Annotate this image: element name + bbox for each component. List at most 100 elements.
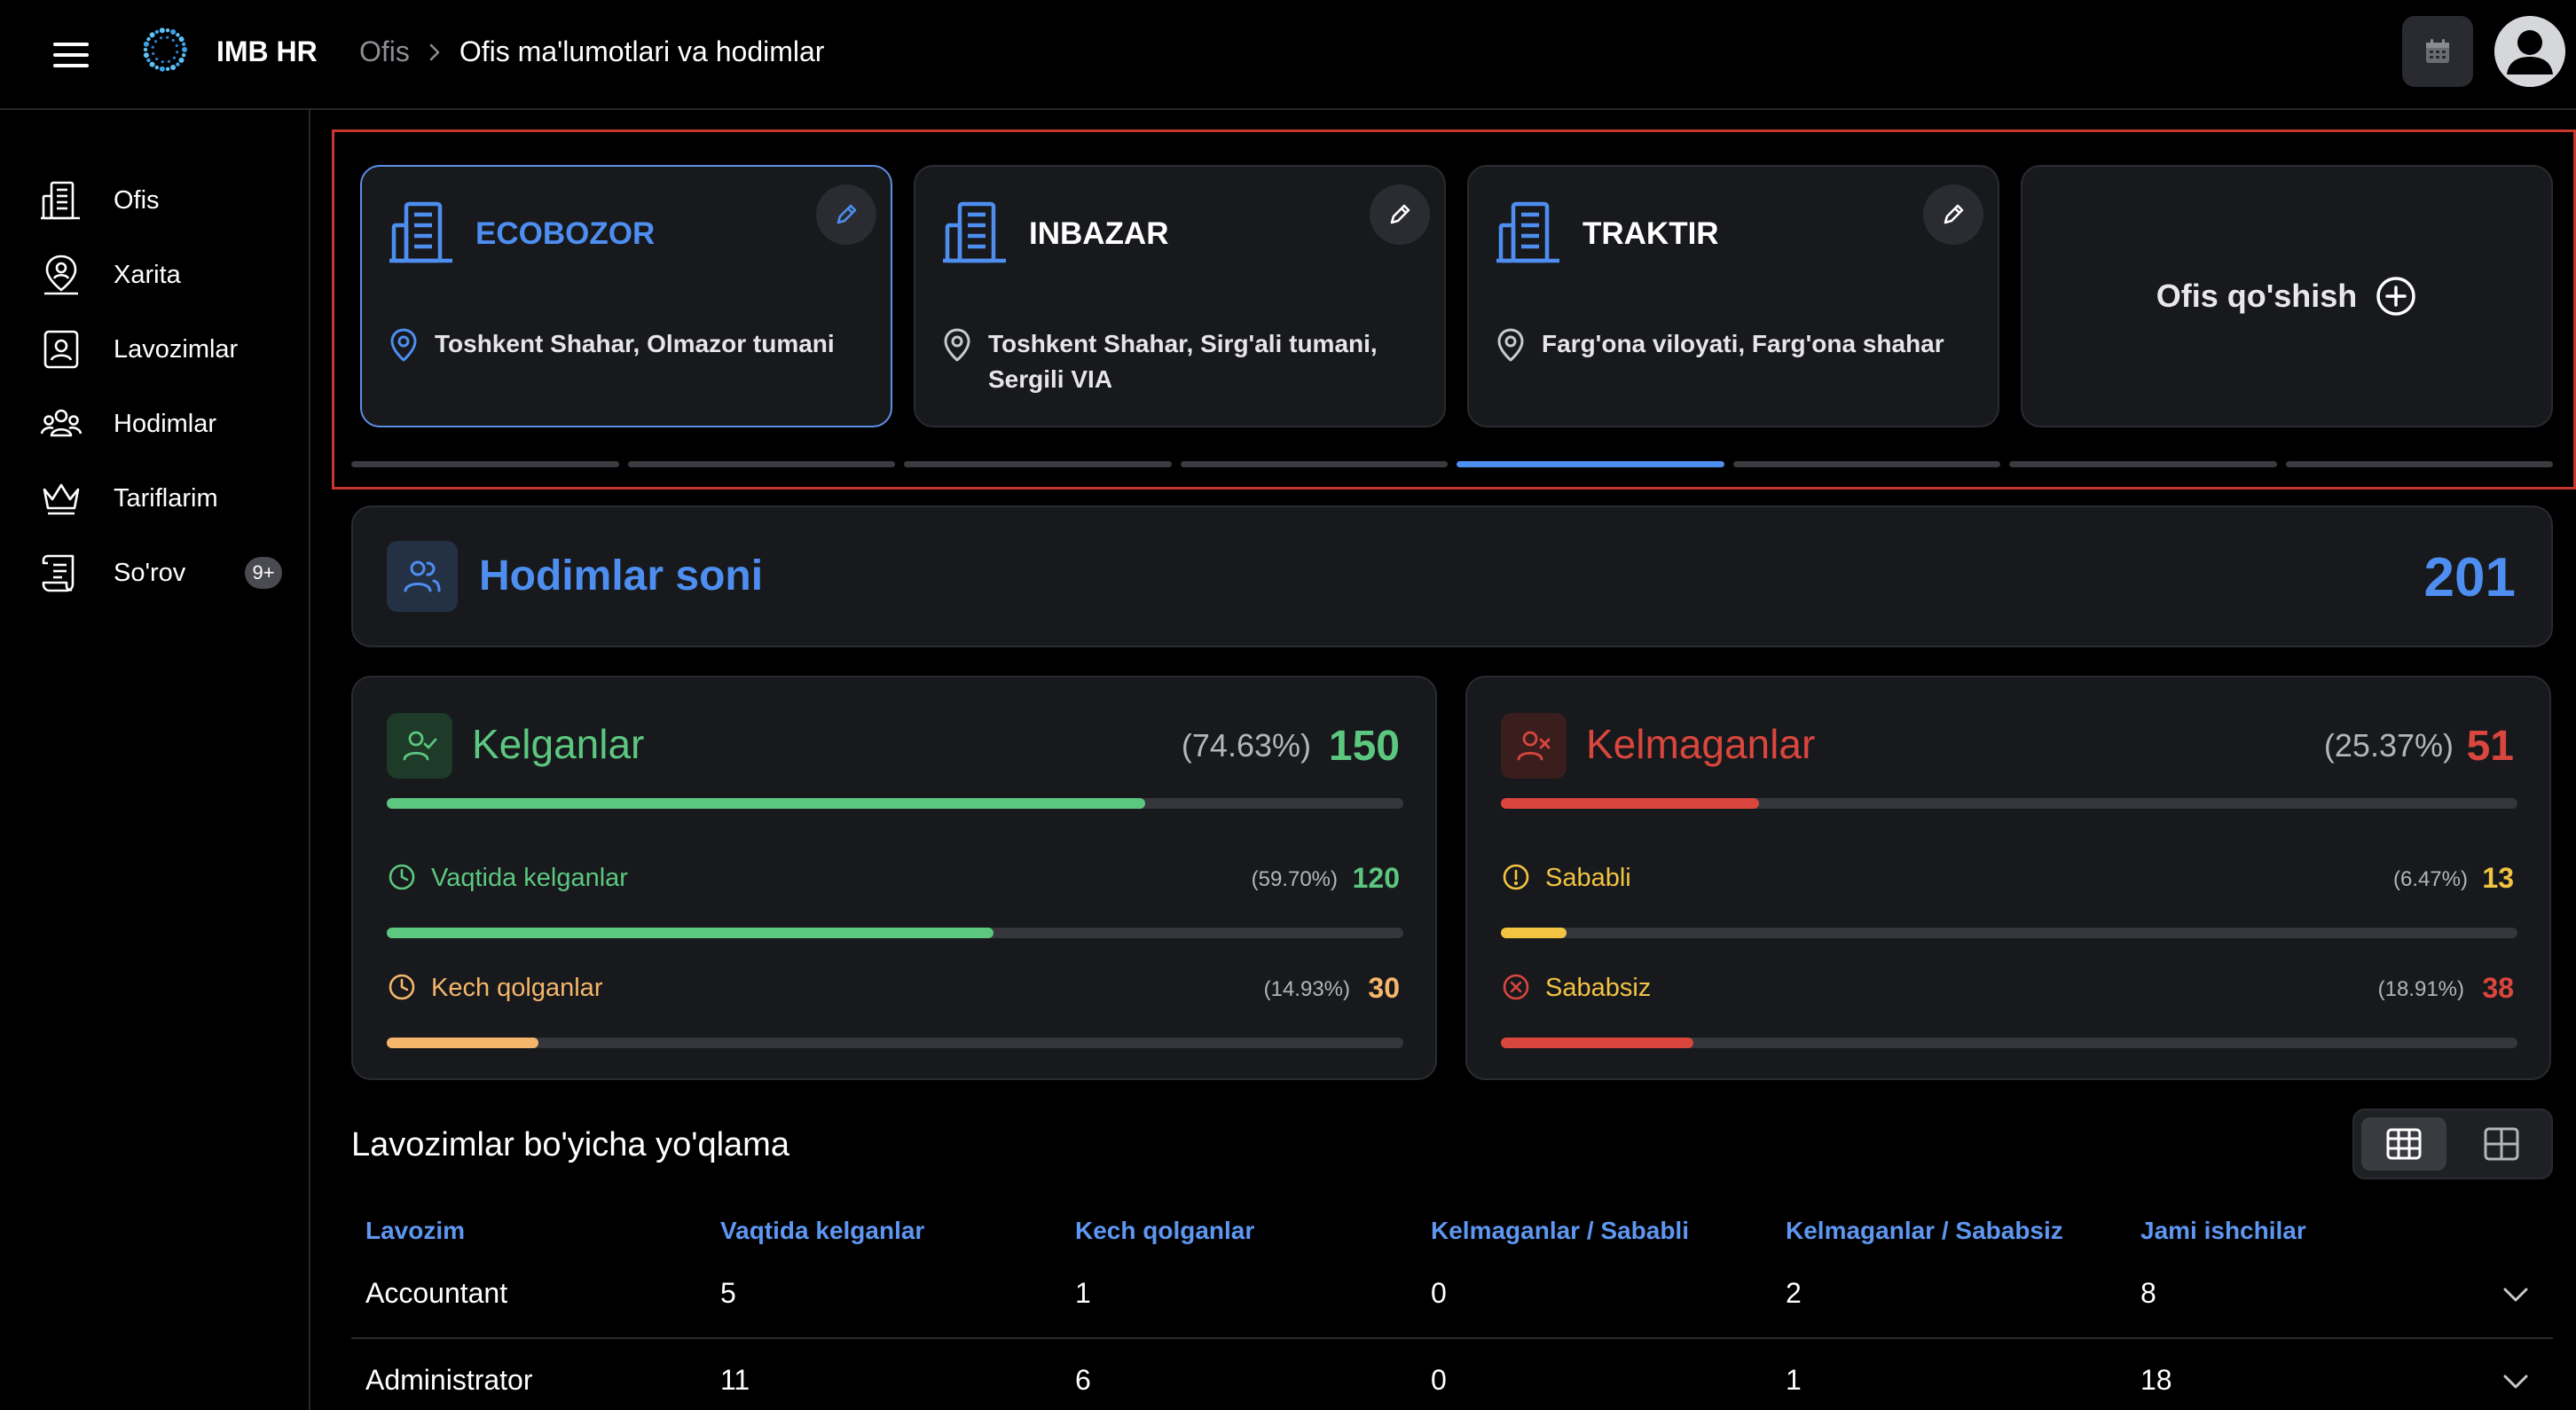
present-title: Kelganlar: [472, 721, 645, 767]
view-toggle: [2352, 1108, 2553, 1179]
table-cell: 5: [720, 1277, 736, 1309]
office-name: TRAKTIR: [1583, 216, 1719, 251]
late-label: Kech qolganlar: [431, 974, 603, 1002]
notification-badge: 9+: [245, 557, 282, 589]
users-group-icon: [39, 402, 83, 446]
on-time-count: 120: [1352, 862, 1400, 894]
edit-office-button[interactable]: [1923, 184, 1983, 245]
id-badge-icon: [39, 327, 83, 372]
absent-count: 51: [2466, 723, 2514, 770]
breadcrumb-root[interactable]: Ofis: [359, 35, 410, 68]
present-percent: (74.63%): [1181, 727, 1311, 764]
carousel-dot[interactable]: [1732, 461, 2000, 467]
table-view-button[interactable]: [2361, 1117, 2446, 1171]
sidebar-item-lavozimlar[interactable]: Lavozimlar: [39, 321, 296, 378]
excused-count: 13: [2482, 862, 2514, 894]
column-header[interactable]: Kech qolganlar: [1075, 1217, 1254, 1245]
chevron-right-icon: [422, 40, 447, 65]
present-count: 150: [1328, 723, 1400, 770]
clock-icon: [387, 972, 417, 1002]
location-pin-icon: [385, 326, 422, 364]
edit-office-button[interactable]: [816, 184, 876, 245]
crown-icon: [39, 476, 83, 521]
office-building-icon: [1494, 197, 1565, 268]
edit-office-button[interactable]: [1370, 184, 1430, 245]
carousel-indicators: [351, 461, 2553, 468]
plus-circle-icon: [2375, 275, 2417, 317]
user-avatar-icon[interactable]: [2494, 16, 2565, 87]
excused-percent: (6.47%): [2392, 867, 2468, 891]
calendar-button[interactable]: [2402, 16, 2473, 87]
on-time-label: Vaqtida kelganlar: [431, 864, 628, 892]
grid-view-button[interactable]: [2459, 1117, 2544, 1171]
table-cell: 6: [1075, 1364, 1091, 1396]
pencil-icon: [833, 201, 860, 228]
map-pin-user-icon: [39, 253, 83, 297]
column-header[interactable]: Vaqtida kelganlar: [720, 1217, 924, 1245]
late-progress: [387, 1038, 1403, 1048]
carousel-dot[interactable]: [351, 461, 619, 467]
absent-progress: [1501, 798, 2517, 809]
pencil-icon: [1940, 201, 1967, 228]
sidebar-item-ofis[interactable]: Ofis: [39, 172, 296, 229]
add-office-label: Ofis qo'shish: [2156, 278, 2358, 314]
office-building-icon: [940, 197, 1011, 268]
calendar-icon: [2423, 36, 2453, 67]
column-header[interactable]: Kelmaganlar / Sababsiz: [1786, 1217, 2063, 1245]
office-address: Toshkent Shahar, Sirg'ali tumani, Sergil…: [988, 330, 1378, 393]
office-building-icon: [39, 178, 83, 223]
clock-icon: [387, 862, 417, 892]
late-percent: (14.93%): [1263, 977, 1350, 1001]
table-cell: Accountant: [365, 1277, 508, 1309]
carousel-dot[interactable]: [1180, 461, 1448, 467]
absent-percent: (25.37%): [2323, 727, 2454, 764]
excused-progress: [1501, 928, 2517, 938]
table-cell: 18: [2140, 1364, 2172, 1396]
carousel-dot[interactable]: [2285, 461, 2553, 467]
chevron-down-icon[interactable]: [2498, 1277, 2533, 1312]
pencil-icon: [1386, 201, 1413, 228]
carousel-dot[interactable]: [904, 461, 1172, 467]
menu-icon[interactable]: [50, 34, 92, 76]
office-name: ECOBOZOR: [475, 216, 656, 251]
column-header[interactable]: Kelmaganlar / Sababli: [1431, 1217, 1689, 1245]
location-pin-icon: [1492, 326, 1529, 364]
table-title: Lavozimlar bo'yicha yo'qlama: [351, 1126, 789, 1163]
office-card[interactable]: INBAZAR Toshkent Shahar, Sirg'ali tumani…: [914, 165, 1446, 427]
app-brand: IMB HR: [216, 35, 318, 67]
unexcused-count: 38: [2482, 972, 2514, 1004]
x-circle-icon: [1501, 972, 1531, 1002]
present-progress: [387, 798, 1403, 809]
table-cell: 8: [2140, 1277, 2156, 1309]
chevron-down-icon[interactable]: [2498, 1364, 2533, 1399]
alert-circle-icon: [1501, 862, 1531, 892]
sidebar: Ofis Xarita Lavozimlar Hodimlar Tariflar…: [0, 110, 310, 1410]
sidebar-item-hodimlar[interactable]: Hodimlar: [39, 396, 296, 452]
row-divider: [351, 1337, 2553, 1339]
office-address: Farg'ona viloyati, Farg'ona shahar: [1542, 330, 1944, 357]
unexcused-percent: (18.91%): [2377, 977, 2464, 1001]
office-card[interactable]: TRAKTIR Farg'ona viloyati, Farg'ona shah…: [1467, 165, 1999, 427]
location-pin-icon: [939, 326, 976, 364]
carousel-dot[interactable]: [2009, 461, 2277, 467]
users-icon: [387, 541, 458, 612]
breadcrumb: Ofis Ofis ma'lumotlari va hodimlar: [359, 35, 824, 68]
sidebar-item-tariflarim[interactable]: Tariflarim: [39, 470, 296, 527]
headcount-title: Hodimlar soni: [479, 552, 764, 599]
sidebar-item-sorov[interactable]: So'rov 9+: [39, 544, 296, 601]
scroll-icon: [39, 551, 83, 595]
logo-icon: [140, 25, 190, 74]
column-header[interactable]: Lavozim: [365, 1217, 465, 1245]
sidebar-item-xarita[interactable]: Xarita: [39, 247, 296, 303]
breadcrumb-current: Ofis ma'lumotlari va hodimlar: [459, 35, 825, 67]
column-header[interactable]: Jami ishchilar: [2140, 1217, 2306, 1245]
carousel-dot[interactable]: [1457, 461, 1724, 467]
carousel-dot[interactable]: [627, 461, 895, 467]
table-icon: [2384, 1124, 2423, 1163]
table-cell: Administrator: [365, 1364, 533, 1396]
grid-icon: [2482, 1124, 2521, 1163]
office-card[interactable]: ECOBOZOR Toshkent Shahar, Olmazor tumani: [360, 165, 892, 427]
add-office-button[interactable]: Ofis qo'shish: [2021, 165, 2553, 427]
absent-title: Kelmaganlar: [1586, 721, 1816, 767]
late-count: 30: [1368, 972, 1400, 1004]
